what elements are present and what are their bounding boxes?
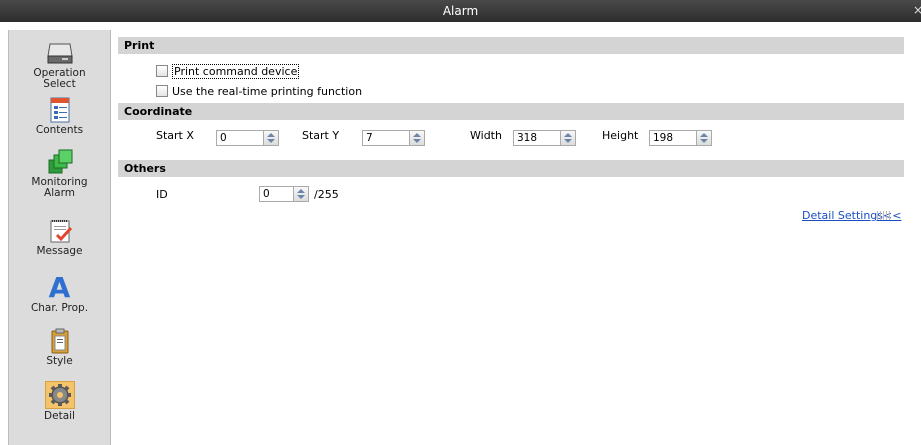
- sidebar-item-label: Message: [36, 245, 83, 257]
- width-stepper[interactable]: 318: [513, 130, 576, 146]
- start-x-stepper[interactable]: 0: [216, 130, 279, 146]
- sidebar-item-style[interactable]: Style: [9, 328, 110, 367]
- id-value[interactable]: 0: [259, 186, 294, 202]
- spinner-arrows-icon[interactable]: [264, 130, 279, 146]
- sidebar-item-label: Char. Prop.: [30, 302, 89, 314]
- close-icon[interactable]: ×: [913, 3, 921, 17]
- start-y-value[interactable]: 7: [362, 130, 410, 146]
- id-label: ID: [156, 188, 168, 201]
- drive-icon: [46, 40, 74, 66]
- sidebar: Operation Select Contents Monitoring Ala…: [8, 30, 111, 445]
- sidebar-item-char-prop[interactable]: A Char. Prop.: [9, 271, 110, 314]
- section-print-header: Print: [118, 37, 904, 54]
- sidebar-item-label: Operation Select: [33, 67, 86, 90]
- sidebar-item-contents[interactable]: Contents: [9, 97, 110, 136]
- width-value[interactable]: 318: [513, 130, 561, 146]
- sidebar-item-label: Monitoring Alarm: [31, 176, 88, 199]
- start-x-value[interactable]: 0: [216, 130, 264, 146]
- print-command-device-checkbox[interactable]: [156, 65, 168, 77]
- print-command-device-label: Print command device: [172, 63, 300, 79]
- id-stepper[interactable]: 0: [259, 186, 309, 202]
- style-icon: [46, 328, 74, 354]
- height-stepper[interactable]: 198: [649, 130, 712, 146]
- realtime-printing-row[interactable]: Use the real-time printing function: [156, 84, 362, 98]
- height-label: Height: [602, 129, 639, 142]
- gear-icon: [44, 381, 75, 409]
- section-others-header: Others: [118, 160, 904, 177]
- spinner-arrows-icon[interactable]: [561, 130, 576, 146]
- start-y-stepper[interactable]: 7: [362, 130, 425, 146]
- print-command-device-row[interactable]: Print command device: [156, 63, 300, 79]
- height-value[interactable]: 198: [649, 130, 697, 146]
- width-label: Width: [470, 129, 502, 142]
- title-bar: Alarm ×: [0, 0, 921, 22]
- start-y-label: Start Y: [302, 129, 340, 142]
- message-icon: [46, 218, 74, 244]
- start-x-label: Start X: [156, 129, 194, 142]
- sidebar-item-label: Detail: [44, 410, 75, 422]
- sidebar-item-operation-select[interactable]: Operation Select: [9, 40, 110, 90]
- window-title: Alarm: [442, 4, 479, 18]
- realtime-printing-label: Use the real-time printing function: [172, 84, 363, 98]
- spinner-arrows-icon[interactable]: [410, 130, 425, 146]
- section-coordinate-header: Coordinate: [118, 103, 904, 120]
- sidebar-item-detail[interactable]: Detail: [9, 381, 110, 422]
- monitoring-alarm-icon: [46, 149, 74, 175]
- realtime-printing-checkbox[interactable]: [156, 85, 168, 97]
- contents-icon: [46, 97, 74, 123]
- sidebar-item-label: Style: [46, 355, 73, 367]
- sidebar-item-monitoring-alarm[interactable]: Monitoring Alarm: [9, 149, 110, 199]
- char-prop-icon: A: [48, 271, 71, 304]
- grip-icon: [877, 211, 891, 220]
- id-max-label: /255: [314, 188, 339, 201]
- spinner-arrows-icon[interactable]: [294, 186, 309, 202]
- spinner-arrows-icon[interactable]: [697, 130, 712, 146]
- sidebar-item-message[interactable]: Message: [9, 218, 110, 257]
- sidebar-item-label: Contents: [35, 124, 84, 136]
